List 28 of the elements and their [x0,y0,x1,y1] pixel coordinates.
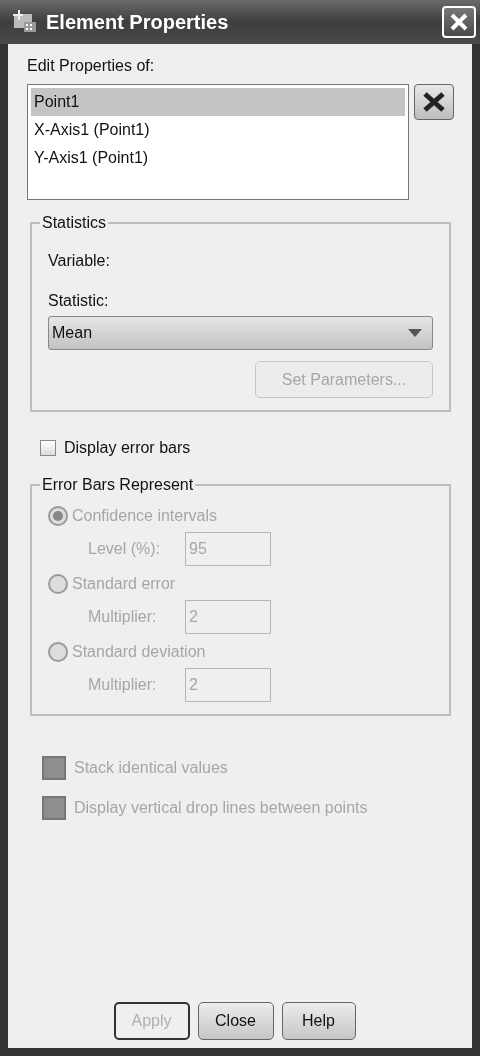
variable-label: Variable: [48,251,111,271]
statistic-dropdown[interactable]: Mean [48,316,433,350]
field-label: Multiplier: [88,675,158,695]
radio-label: Confidence intervals [72,506,217,526]
checkbox-label: Stack identical values [74,758,228,778]
dialog-button[interactable]: Help [281,1002,356,1040]
statistic-label: Statistic: [48,291,110,311]
list-item[interactable]: Point1 [31,88,406,116]
list-item[interactable]: Y-Axis1 (Point1) [31,144,406,172]
radio-label: Standard deviation [72,642,206,662]
list-label: Edit Properties of: [27,56,156,76]
caret-icon [408,329,422,337]
radio-label: Standard error [72,574,176,594]
group-title: Error Bars Represent [41,476,195,494]
delete-button[interactable] [414,84,454,120]
delete-icon [422,92,447,112]
field-label: Multiplier: [88,607,158,627]
close-icon [449,12,469,32]
field-label: Level (%): [88,539,162,559]
dialog-button[interactable]: Close [197,1002,274,1040]
checkbox-label: Display vertical drop lines between points [74,798,368,818]
group-title: Statistics [41,214,107,232]
list-item[interactable]: X-Axis1 (Point1) [31,116,406,144]
window-title: Element Properties [46,10,230,35]
checkbox-label: Display error bars [64,438,191,458]
checkbox[interactable] [40,440,56,456]
chart-icon [12,10,38,34]
close-button[interactable] [442,6,476,38]
